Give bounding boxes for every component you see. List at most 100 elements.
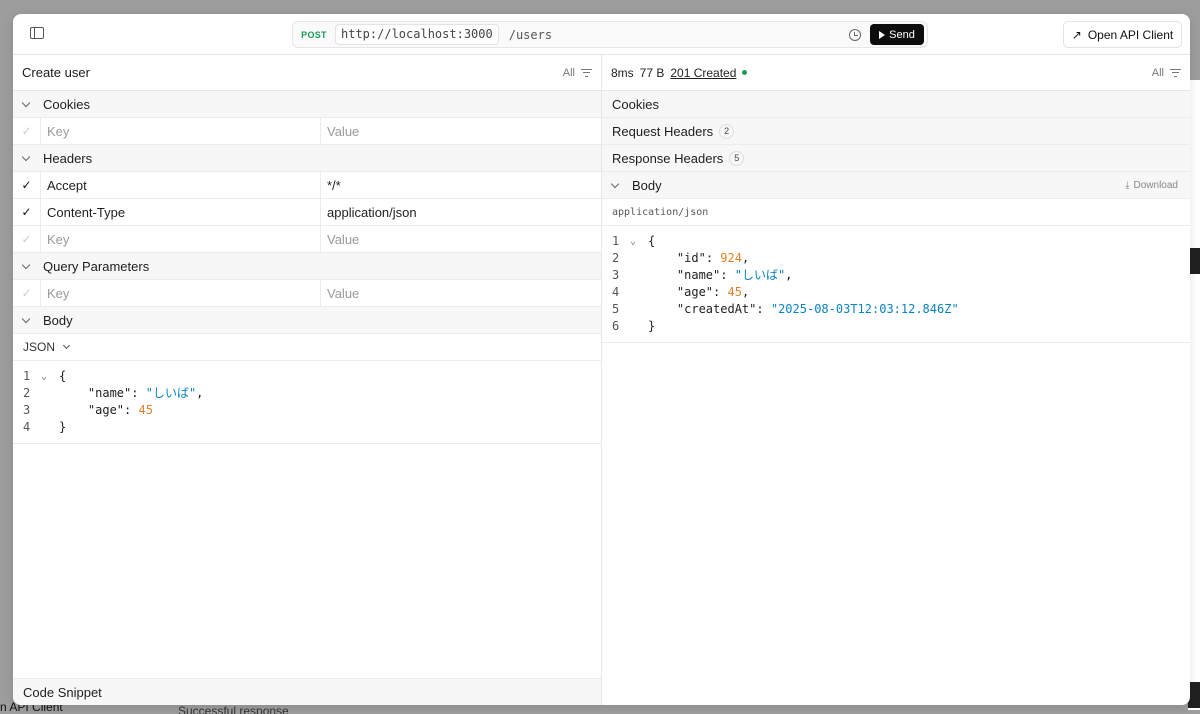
line-number: 2 bbox=[23, 386, 31, 400]
section-label: Cookies bbox=[43, 96, 90, 112]
url-bar[interactable]: POST http://localhost:3000 /users Send bbox=[292, 21, 928, 48]
json-number: 924 bbox=[720, 251, 742, 265]
download-button[interactable]: ⤓ Download bbox=[1125, 180, 1178, 191]
chevron-down-icon bbox=[21, 314, 31, 323]
status-dot bbox=[742, 70, 748, 75]
section-request-headers[interactable]: Request Headers 2 bbox=[602, 94, 1190, 145]
json-string: "しいば" bbox=[734, 268, 786, 282]
code-line: 4} bbox=[13, 419, 601, 436]
request-body-editor[interactable]: 1 ⌄{ 2 "name": "しいば", 3 "age": 45 4} bbox=[13, 361, 601, 444]
key-input[interactable]: Key bbox=[41, 118, 321, 144]
count-badge: 5 bbox=[729, 150, 745, 166]
response-panel: 8ms 77 B 201 Created All Cookies Request… bbox=[602, 55, 1190, 705]
line-number: 3 bbox=[612, 268, 620, 282]
request-panel: Create user All Cookies ✓ Key Value Head… bbox=[13, 55, 602, 705]
code-line: 4 "age": 45, bbox=[602, 284, 1190, 301]
query-row: ✓ Key Value bbox=[13, 280, 601, 307]
response-status: 8ms 77 B 201 Created bbox=[611, 65, 748, 80]
section-response-body[interactable]: Body ⤓ Download bbox=[602, 172, 1190, 199]
checkbox-checked[interactable]: ✓ bbox=[13, 199, 41, 225]
header-row: ✓ Key Value bbox=[13, 226, 601, 253]
section-label: Body bbox=[43, 312, 73, 328]
open-api-client-button[interactable]: ↗ Open API Client bbox=[1063, 21, 1182, 48]
code-line: 1 ⌄{ bbox=[602, 233, 1190, 250]
checkbox[interactable]: ✓ bbox=[13, 118, 41, 144]
checkbox[interactable]: ✓ bbox=[13, 280, 41, 306]
key-input[interactable]: Key bbox=[41, 226, 321, 252]
download-label: Download bbox=[1133, 179, 1178, 191]
response-size: 77 B bbox=[639, 65, 665, 80]
header-row: ✓ Accept */* bbox=[13, 172, 601, 199]
json-string: "2025-08-03T12:03:12.846Z" bbox=[770, 302, 959, 316]
body-format-value: JSON bbox=[23, 340, 56, 354]
code-line: 3 "age": 45 bbox=[13, 402, 601, 419]
chevron-down-icon bbox=[21, 152, 31, 161]
body-format-select[interactable]: JSON bbox=[13, 334, 601, 361]
section-query-parameters[interactable]: Query Parameters bbox=[13, 253, 601, 280]
response-body-viewer[interactable]: 1 ⌄{ 2 "id": 924, 3 "name": "しいば", 4 "age… bbox=[602, 226, 1190, 343]
send-button[interactable]: Send bbox=[870, 24, 924, 45]
chevron-down-icon bbox=[21, 98, 31, 107]
server-host[interactable]: http://localhost:3000 bbox=[335, 24, 499, 45]
cookie-row: ✓ Key Value bbox=[13, 118, 601, 145]
chevron-down-icon bbox=[62, 341, 71, 350]
history-icon[interactable] bbox=[849, 28, 861, 41]
url-path-input[interactable]: /users bbox=[509, 28, 849, 42]
code-line: 6} bbox=[602, 318, 1190, 335]
code-text: } bbox=[59, 420, 67, 434]
key-input[interactable]: Key bbox=[41, 280, 321, 306]
line-number: 5 bbox=[612, 302, 620, 316]
json-key: "name" bbox=[87, 386, 132, 400]
section-label: Response Headers bbox=[612, 150, 724, 166]
status-code[interactable]: 201 Created bbox=[670, 66, 736, 80]
request-title: Create user bbox=[22, 65, 90, 80]
download-icon: ⤓ bbox=[1125, 179, 1130, 191]
request-filter[interactable]: All bbox=[563, 67, 592, 79]
code-line: 5 "createdAt": "2025-08-03T12:03:12.846Z… bbox=[602, 301, 1190, 318]
chevron-down-icon bbox=[610, 179, 620, 188]
header-row: ✓ Content-Type application/json bbox=[13, 199, 601, 226]
line-number: 4 bbox=[23, 420, 31, 434]
json-key: "createdAt" bbox=[676, 302, 757, 316]
value-input[interactable]: Value bbox=[321, 226, 601, 252]
arrow-up-right-icon: ↗ bbox=[1071, 27, 1082, 42]
value-input[interactable]: Value bbox=[321, 280, 601, 306]
value-input[interactable]: */* bbox=[321, 172, 601, 198]
section-label: Cookies bbox=[612, 96, 659, 112]
section-body[interactable]: Body bbox=[13, 307, 601, 334]
value-input[interactable]: Value bbox=[321, 118, 601, 144]
section-response-headers[interactable]: Response Headers 5 bbox=[602, 94, 1190, 172]
fold-chevron-icon[interactable]: ⌄ bbox=[41, 368, 59, 385]
response-filter[interactable]: All bbox=[1152, 67, 1181, 79]
filter-label: All bbox=[562, 66, 575, 79]
section-headers[interactable]: Headers bbox=[13, 145, 601, 172]
code-line: 1 ⌄{ bbox=[13, 368, 601, 385]
json-key: "name" bbox=[676, 268, 721, 282]
section-cookies[interactable]: Cookies bbox=[13, 91, 601, 118]
response-header: 8ms 77 B 201 Created All bbox=[602, 55, 1190, 91]
method-badge[interactable]: POST bbox=[293, 30, 335, 40]
top-bar: POST http://localhost:3000 /users Send ↗… bbox=[13, 14, 1190, 55]
line-number: 6 bbox=[612, 319, 620, 333]
sidebar-toggle-icon[interactable] bbox=[30, 27, 44, 39]
code-text: { bbox=[648, 234, 656, 248]
code-line: 2 "name": "しいば", bbox=[13, 385, 601, 402]
play-icon bbox=[879, 30, 886, 39]
json-key: "age" bbox=[87, 403, 125, 417]
section-label: Code Snippet bbox=[23, 684, 102, 700]
section-label: Query Parameters bbox=[43, 258, 150, 274]
checkbox[interactable]: ✓ bbox=[13, 226, 41, 252]
request-header: Create user All bbox=[13, 55, 601, 91]
key-input[interactable]: Content-Type bbox=[41, 199, 321, 225]
line-number: 3 bbox=[23, 403, 31, 417]
section-code-snippet[interactable]: Code Snippet bbox=[13, 678, 601, 705]
value-input[interactable]: application/json bbox=[321, 199, 601, 225]
checkbox-checked[interactable]: ✓ bbox=[13, 172, 41, 198]
key-input[interactable]: Accept bbox=[41, 172, 321, 198]
code-text: { bbox=[59, 369, 67, 383]
line-number: 2 bbox=[612, 251, 620, 265]
section-response-cookies[interactable]: Cookies bbox=[602, 91, 1190, 118]
line-number: 1 bbox=[612, 234, 620, 248]
fold-chevron-icon[interactable]: ⌄ bbox=[630, 233, 648, 250]
count-badge: 2 bbox=[719, 123, 735, 139]
